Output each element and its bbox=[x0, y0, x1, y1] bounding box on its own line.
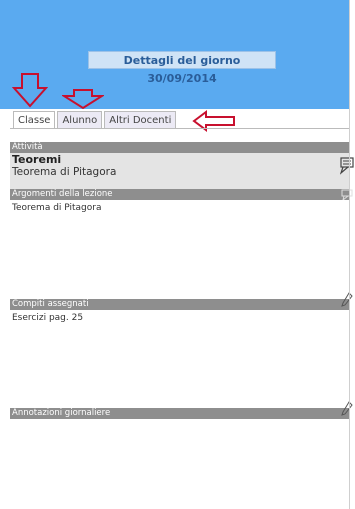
right-divider bbox=[349, 0, 350, 509]
section-argomenti-header: Argomenti della lezione bbox=[10, 189, 349, 200]
edit-icon[interactable] bbox=[341, 292, 353, 308]
section-attivita-label: Attività bbox=[12, 142, 43, 152]
annotazioni-content bbox=[10, 419, 349, 422]
section-argomenti-body[interactable]: Teorema di Pitagora bbox=[10, 200, 349, 296]
tab-divider bbox=[10, 128, 349, 129]
section-compiti-body[interactable]: Esercizi pag. 25 bbox=[10, 310, 349, 406]
page-title: Dettagli del giorno 30/09/2014 bbox=[88, 51, 276, 85]
down-arrow-annotation-icon bbox=[62, 89, 104, 110]
section-annotazioni-label: Annotazioni giornaliere bbox=[12, 408, 111, 418]
argomenti-content: Teorema di Pitagora bbox=[12, 203, 102, 213]
compiti-content: Esercizi pag. 25 bbox=[12, 313, 84, 323]
comment-icon[interactable] bbox=[340, 157, 354, 175]
section-annotazioni-header: Annotazioni giornaliere bbox=[10, 408, 349, 419]
down-arrow-annotation-icon bbox=[12, 73, 48, 108]
activity-subtitle: Teorema di Pitagora bbox=[12, 166, 117, 178]
tab-classe[interactable]: Classe bbox=[13, 111, 56, 129]
section-argomenti-label: Argomenti della lezione bbox=[12, 189, 113, 199]
activity-title: Teoremi bbox=[12, 153, 62, 166]
section-compiti-header: Compiti assegnati bbox=[10, 299, 349, 310]
edit-icon[interactable] bbox=[341, 401, 353, 417]
section-attivita-header: Attività bbox=[10, 142, 349, 153]
tab-bar: Classe Alunno Altri Docenti bbox=[13, 111, 177, 129]
section-attivita-body: Teoremi Teorema di Pitagora bbox=[10, 153, 349, 189]
section-compiti-label: Compiti assegnati bbox=[12, 299, 89, 309]
section-annotazioni-body[interactable] bbox=[10, 419, 349, 507]
tab-alunno[interactable]: Alunno bbox=[57, 111, 103, 129]
tab-altri-docenti[interactable]: Altri Docenti bbox=[104, 111, 177, 129]
header-bar: Dettagli del giorno 30/09/2014 bbox=[0, 0, 349, 109]
